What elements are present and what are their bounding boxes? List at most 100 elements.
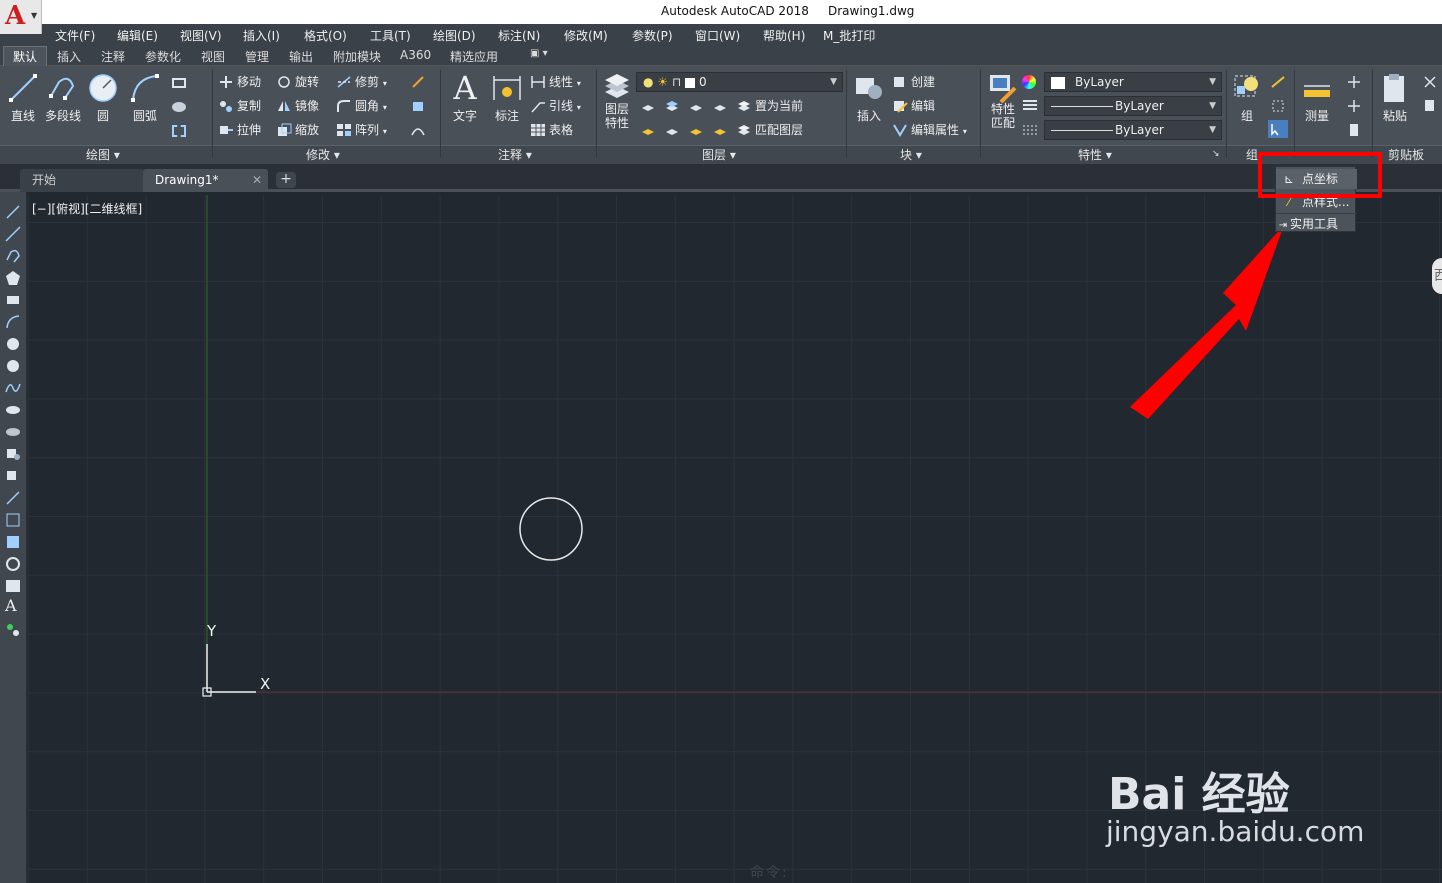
measure-button[interactable]: 测量	[1298, 72, 1336, 124]
polygon-tool-icon[interactable]	[5, 270, 21, 286]
new-tab-button[interactable]: +	[276, 172, 296, 188]
circle-tool-icon[interactable]	[5, 336, 21, 352]
menu-draw[interactable]: 绘图(D)	[433, 27, 476, 44]
linetype-dropdown[interactable]: ByLayer ▼	[1044, 96, 1222, 116]
circle-button[interactable]: 圆	[84, 72, 122, 124]
layer-tool-7[interactable]	[688, 121, 707, 139]
ellipse-tool-icon[interactable]	[5, 402, 21, 418]
hatch-tool-icon[interactable]	[5, 512, 21, 528]
linear-dimension-button[interactable]: 线性 ▾	[530, 73, 581, 91]
add-selected-icon[interactable]	[5, 622, 21, 638]
groups-panel-label[interactable]: 组	[1246, 146, 1258, 164]
spline-tool-icon[interactable]	[5, 380, 21, 396]
group-selection-toggle[interactable]	[1268, 120, 1288, 138]
copy-button[interactable]: 复制	[218, 97, 261, 115]
mirror-button[interactable]: 镜像	[276, 97, 319, 115]
region-tool-icon[interactable]	[5, 556, 21, 572]
tab-default[interactable]: 默认	[3, 46, 48, 66]
lineweight-list-button[interactable]	[1022, 97, 1041, 115]
tab-a360[interactable]: A360	[400, 48, 431, 62]
calculator-button[interactable]	[1346, 121, 1365, 139]
paste-button[interactable]: 粘贴	[1376, 72, 1414, 124]
layer-properties-button[interactable]: 图层 特性	[598, 72, 636, 130]
menu-view[interactable]: 视图(V)	[180, 27, 222, 44]
insert-block-button[interactable]: 插入	[850, 72, 888, 124]
make-block-tool-icon[interactable]	[5, 468, 21, 484]
menu-edit[interactable]: 编辑(E)	[117, 27, 158, 44]
properties-panel-label[interactable]: 特性 ▾	[1078, 146, 1112, 164]
lineweight-dropdown[interactable]: ByLayer ▼	[1044, 120, 1222, 140]
move-button[interactable]: 移动	[218, 73, 261, 91]
tab-drawing1[interactable]: Drawing1* ✕	[143, 169, 268, 192]
tab-parametric[interactable]: 参数化	[145, 48, 181, 65]
tab-start[interactable]: 开始	[20, 169, 144, 192]
table-button[interactable]: 表格	[530, 121, 573, 139]
fillet-button[interactable]: 圆角 ▾	[336, 97, 387, 115]
group-tool-2[interactable]	[1270, 97, 1289, 115]
copy-clip-button[interactable]	[1422, 97, 1441, 115]
menu-modify[interactable]: 修改(M)	[564, 27, 608, 44]
insert-block-tool-icon[interactable]	[5, 446, 21, 462]
arc-button[interactable]: 圆弧	[126, 72, 164, 124]
text-button[interactable]: A 文字	[446, 72, 484, 124]
table-tool-icon[interactable]	[5, 578, 21, 594]
group-button[interactable]: 组	[1228, 72, 1266, 124]
layers-panel-label[interactable]: 图层 ▾	[702, 146, 736, 164]
rectangle-tool-icon[interactable]	[5, 292, 21, 308]
layer-tool-1[interactable]	[640, 97, 659, 115]
menu-file[interactable]: 文件(F)	[55, 27, 95, 44]
offset-button[interactable]	[410, 121, 429, 139]
color-wheel-button[interactable]	[1022, 73, 1039, 91]
tab-annotate[interactable]: 注释	[101, 48, 125, 65]
rotate-button[interactable]: 旋转	[276, 73, 319, 91]
menu-parametric[interactable]: 参数(P)	[632, 27, 673, 44]
layer-dropdown[interactable]: ● ☀ ⊓ 0 ▼	[636, 72, 843, 92]
viewcube-edge[interactable]: 西	[1432, 258, 1442, 294]
color-dropdown[interactable]: ByLayer ▼	[1044, 72, 1222, 92]
menu-format[interactable]: 格式(O)	[304, 27, 347, 44]
ellipse-arc-tool-icon[interactable]	[5, 424, 21, 440]
quick-select-button[interactable]	[1346, 73, 1365, 91]
boundary-button[interactable]	[172, 122, 189, 140]
menu-window[interactable]: 窗口(W)	[695, 27, 740, 44]
gradient-tool-icon[interactable]	[5, 534, 21, 550]
layer-tool-8[interactable]	[712, 121, 731, 139]
layer-tool-4[interactable]	[712, 97, 731, 115]
create-block-button[interactable]: 创建	[892, 73, 935, 91]
command-line[interactable]: 命令:	[750, 862, 789, 882]
menu-tools[interactable]: 工具(T)	[370, 27, 411, 44]
tab-addins[interactable]: 附加模块	[333, 48, 381, 65]
utilities-item[interactable]: ⇥ 实用工具	[1276, 213, 1357, 233]
application-menu-button[interactable]: A ▼	[0, 0, 42, 34]
tab-featured-apps[interactable]: 精选应用	[450, 48, 498, 65]
erase-button[interactable]	[410, 73, 429, 91]
point-tool-icon[interactable]	[5, 490, 21, 506]
set-current-layer-button[interactable]: 置为当前	[736, 97, 803, 115]
layer-tool-3[interactable]	[688, 97, 707, 115]
line-button[interactable]: 直线	[4, 72, 42, 124]
edit-block-button[interactable]: 编辑	[892, 97, 935, 115]
leader-button[interactable]: 引线 ▾	[530, 97, 581, 115]
annotation-panel-label[interactable]: 注释 ▾	[498, 146, 532, 164]
menu-insert[interactable]: 插入(I)	[243, 27, 280, 44]
group-tool-1[interactable]	[1270, 73, 1289, 91]
layer-tool-5[interactable]	[640, 121, 659, 139]
scale-button[interactable]: 缩放	[276, 121, 319, 139]
menu-dimension[interactable]: 标注(N)	[498, 27, 540, 44]
dimension-button[interactable]: 标注	[488, 72, 526, 124]
polyline-tool-icon[interactable]	[5, 248, 21, 264]
menu-help[interactable]: 帮助(H)	[763, 27, 805, 44]
cut-button[interactable]	[1422, 73, 1441, 91]
array-button[interactable]: 阵列 ▾	[336, 121, 387, 139]
edit-attributes-button[interactable]: 编辑属性 ▾	[892, 121, 967, 139]
id-point-button[interactable]	[1346, 97, 1365, 115]
match-properties-button[interactable]: 特性 匹配	[984, 72, 1022, 130]
drawn-circle[interactable]	[519, 497, 583, 561]
match-layer-button[interactable]: 匹配图层	[736, 121, 803, 139]
close-icon[interactable]: ✕	[252, 169, 262, 191]
clipboard-panel-label[interactable]: 剪贴板	[1388, 146, 1424, 164]
modify-panel-label[interactable]: 修改 ▾	[306, 146, 340, 164]
tab-view[interactable]: 视图	[201, 48, 225, 65]
hatch-button[interactable]	[172, 98, 189, 116]
line-tool-icon[interactable]	[5, 204, 21, 220]
